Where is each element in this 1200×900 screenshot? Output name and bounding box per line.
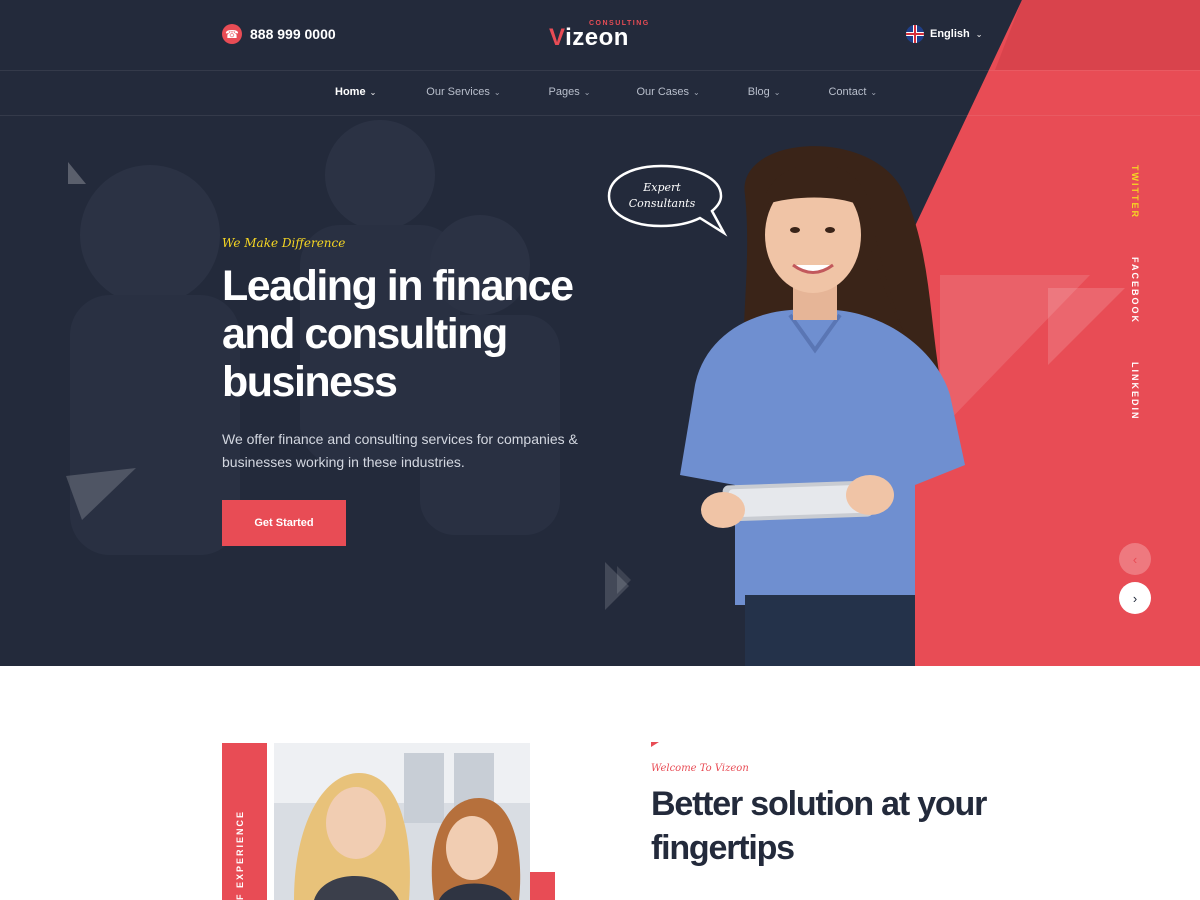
decorative-triangle: [68, 162, 86, 184]
about-triangle-icon: [651, 742, 659, 747]
bubble-text: Expert Consultants: [628, 181, 696, 210]
header-phone[interactable]: ☎ 888 999 0000: [222, 24, 336, 44]
chevron-right-icon: ›: [1132, 590, 1138, 606]
chevron-left-icon: ‹: [1132, 551, 1138, 567]
slider-next-button[interactable]: ›: [1119, 582, 1151, 614]
hero-section: ☎ 888 999 0000 CONSULTING Vizeon English…: [0, 0, 1200, 666]
nav-item-label: Our Services: [426, 86, 490, 98]
experience-strip-text: F EXPERIENCE: [235, 809, 245, 900]
about-photo: [274, 743, 530, 900]
nav-item-label: Contact: [828, 86, 867, 98]
linkedin-link[interactable]: LINKEDIN: [1130, 362, 1140, 421]
hero-headline: Leading in finance and consulting busine…: [222, 262, 574, 406]
main-nav: Home ⌄ Our Services ⌄ Pages ⌄ Our Cases …: [335, 86, 877, 98]
chevron-down-icon: ⌄: [693, 87, 700, 97]
logo-wordmark: Vizeon: [549, 24, 629, 51]
twitter-link[interactable]: TWITTER: [1130, 165, 1140, 219]
nav-item-label: Pages: [548, 86, 580, 98]
chevron-down-icon: ⌄: [975, 29, 983, 39]
about-eyebrow: Welcome To Vizeon: [651, 763, 749, 774]
chevron-down-icon: ⌄: [493, 87, 501, 97]
about-accent-block: [530, 872, 555, 900]
facebook-link[interactable]: FACEBOOK: [1130, 257, 1140, 324]
chevron-down-icon: ⌄: [773, 87, 781, 97]
phone-number: 888 999 0000: [250, 26, 336, 42]
language-selector[interactable]: English ⌄: [906, 25, 982, 43]
nav-item-home[interactable]: Home ⌄: [335, 86, 376, 98]
topbar-divider: [0, 70, 1200, 71]
site-logo[interactable]: CONSULTING Vizeon: [549, 18, 649, 51]
uk-flag-icon: [906, 25, 924, 43]
social-links: TWITTER FACEBOOK LINKEDIN: [1127, 165, 1143, 421]
slider-prev-button[interactable]: ‹: [1119, 543, 1151, 575]
nav-item-contact[interactable]: Contact ⌄: [828, 86, 877, 98]
hero-tagline: We Make Difference: [222, 236, 346, 250]
chevron-down-icon: ⌄: [583, 87, 591, 97]
nav-item-label: Home: [335, 86, 366, 98]
nav-item-pages[interactable]: Pages ⌄: [549, 86, 591, 98]
nav-divider: [0, 115, 1200, 116]
phone-icon: ☎: [222, 24, 242, 44]
hero-subtext: We offer finance and consulting services…: [222, 431, 578, 470]
chevron-down-icon: ⌄: [369, 87, 377, 97]
get-started-button[interactable]: Get Started: [222, 500, 346, 546]
nav-item-blog[interactable]: Blog ⌄: [748, 86, 781, 98]
decorative-chevrons: [605, 562, 631, 610]
nav-item-our-services[interactable]: Our Services ⌄: [426, 86, 500, 98]
nav-item-our-cases[interactable]: Our Cases ⌄: [636, 86, 699, 98]
about-title: Better solution at your fingertips: [651, 785, 987, 867]
nav-item-label: Blog: [747, 86, 770, 98]
decorative-triangle: [66, 468, 136, 520]
chevron-down-icon: ⌄: [870, 87, 878, 97]
language-label: English: [930, 28, 970, 40]
nav-item-label: Our Cases: [636, 86, 690, 98]
